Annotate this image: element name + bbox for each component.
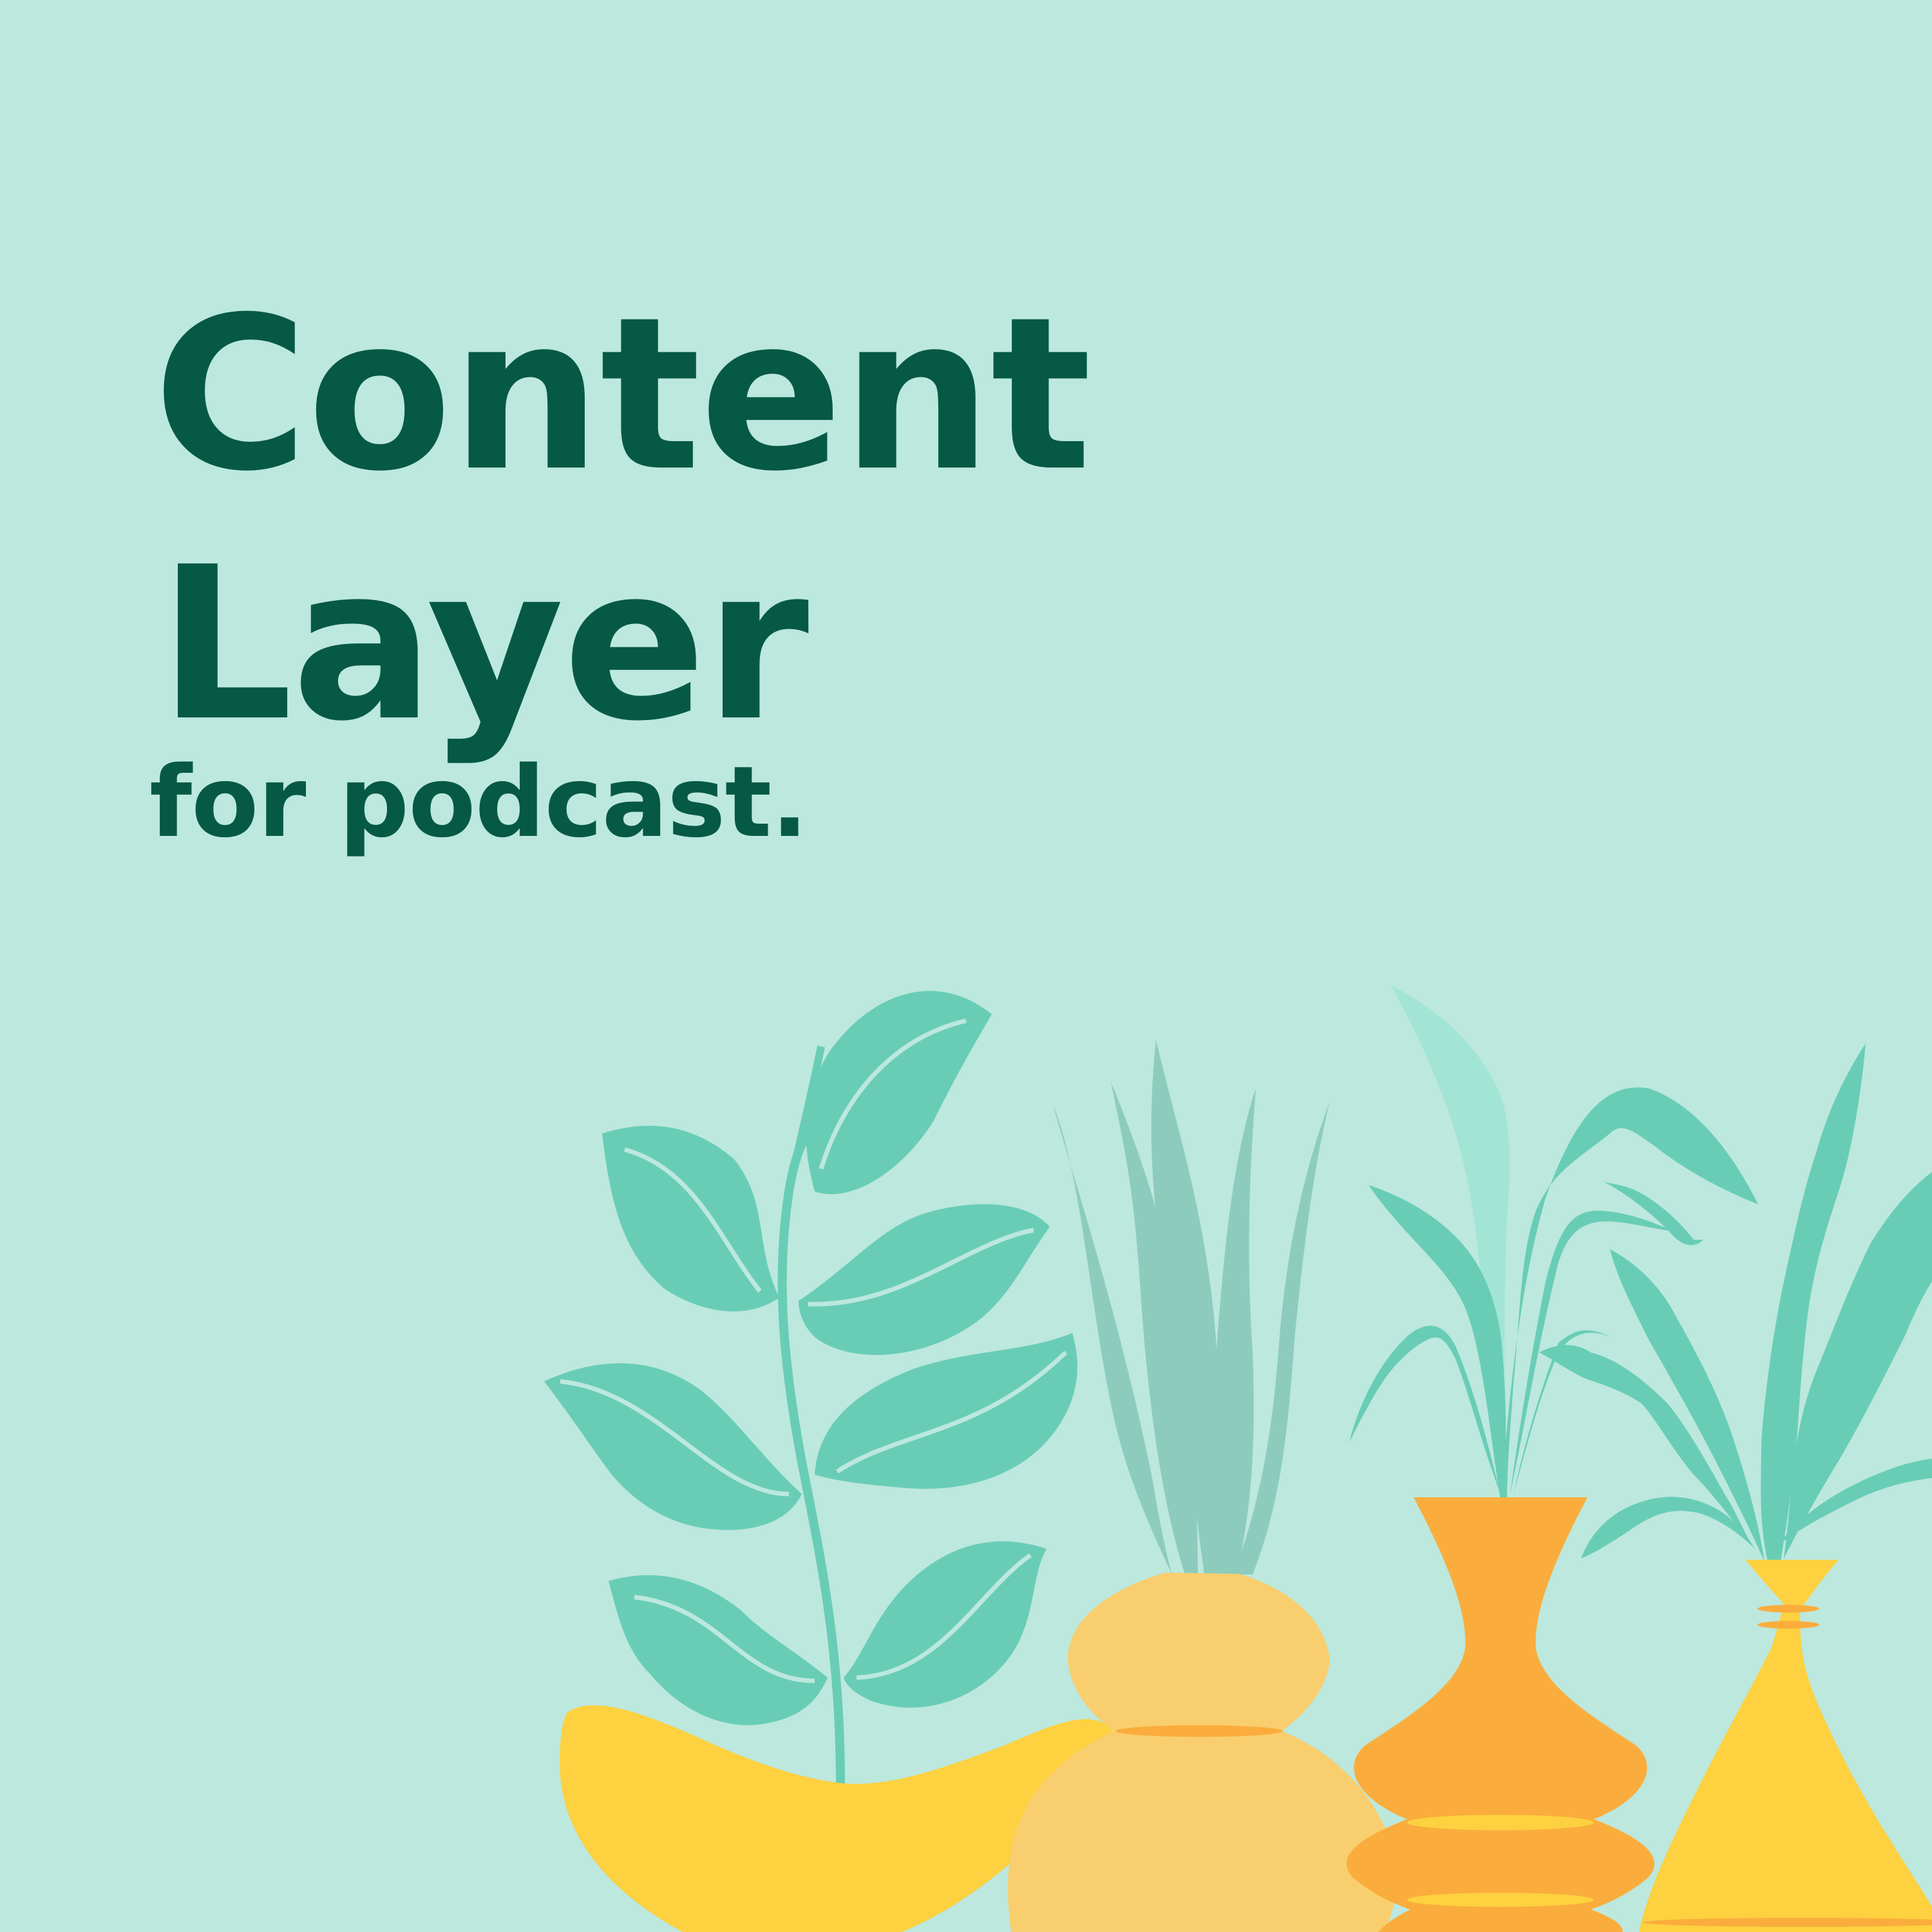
podcast-cover: { "cover": { "title_line_1": "Content", … [0, 0, 1932, 1932]
grass-plant-icon [1053, 1040, 1330, 1575]
potted-plants-illustration [544, 985, 1932, 1932]
orange-vase-icon [1347, 1497, 1654, 1932]
yellow-vase-icon [1639, 1560, 1932, 1932]
leafy-branch-plant-icon [544, 990, 1077, 1785]
